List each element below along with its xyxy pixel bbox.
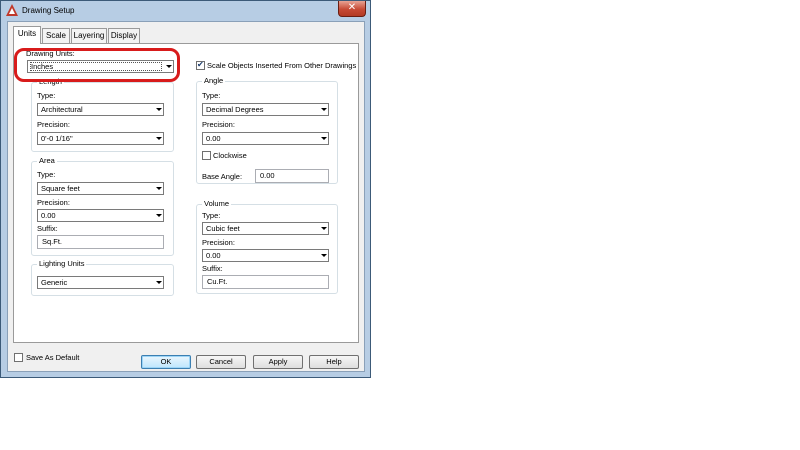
scale-objects-label: Scale Objects Inserted From Other Drawin… xyxy=(207,61,357,70)
volume-suffix-label: Suffix: xyxy=(202,264,223,273)
volume-type-value: Cubic feet xyxy=(206,224,240,233)
angle-type-dropdown[interactable]: Decimal Degrees xyxy=(202,103,329,116)
cancel-button-label: Cancel xyxy=(209,357,233,366)
area-precision-value: 0.00 xyxy=(41,211,56,220)
autocad-app-icon xyxy=(6,4,18,16)
help-button[interactable]: Help xyxy=(309,355,359,369)
save-as-default-label: Save As Default xyxy=(26,353,80,362)
area-precision-label: Precision: xyxy=(37,198,70,207)
tab-units-label: Units xyxy=(17,29,37,38)
chevron-down-icon xyxy=(318,104,328,115)
length-type-label: Type: xyxy=(37,91,56,100)
angle-group: Angle Type: Decimal Degrees Precision: 0… xyxy=(196,76,338,184)
volume-precision-label: Precision: xyxy=(202,238,235,247)
volume-suffix-value: Cu.Ft. xyxy=(207,277,228,286)
chevron-down-icon xyxy=(153,104,163,115)
chevron-down-icon xyxy=(318,250,328,261)
base-angle-input[interactable]: 0.00 xyxy=(255,169,329,183)
close-button[interactable]: ✕ xyxy=(338,1,366,17)
area-type-value: Square feet xyxy=(41,184,80,193)
volume-suffix-input[interactable]: Cu.Ft. xyxy=(202,275,329,289)
lighting-units-dropdown[interactable]: Generic xyxy=(37,276,164,289)
lighting-units-title: Lighting Units xyxy=(37,259,87,268)
area-type-label: Type: xyxy=(37,170,56,179)
tab-scale-label: Scale xyxy=(45,31,66,40)
chevron-down-icon xyxy=(318,133,328,144)
clockwise-label: Clockwise xyxy=(213,151,247,160)
clockwise-checkbox[interactable] xyxy=(202,151,211,160)
area-group: Area Type: Square feet Precision: 0.00 S… xyxy=(31,156,174,256)
angle-type-label: Type: xyxy=(202,91,221,100)
apply-button-label: Apply xyxy=(268,357,288,366)
chevron-down-icon xyxy=(153,210,163,221)
area-group-title: Area xyxy=(37,156,57,165)
volume-group-title: Volume xyxy=(202,199,232,208)
window-title: Drawing Setup xyxy=(22,6,75,15)
area-precision-dropdown[interactable]: 0.00 xyxy=(37,209,164,222)
volume-group: Volume Type: Cubic feet Precision: 0.00 … xyxy=(196,199,338,294)
angle-type-value: Decimal Degrees xyxy=(206,105,264,114)
volume-type-dropdown[interactable]: Cubic feet xyxy=(202,222,329,235)
angle-group-title: Angle xyxy=(202,76,226,85)
save-as-default-checkbox[interactable] xyxy=(14,353,23,362)
help-button-label: Help xyxy=(326,357,342,366)
tab-layering[interactable]: Layering xyxy=(71,28,107,43)
red-annotation-highlight xyxy=(14,48,180,82)
tab-display-label: Display xyxy=(110,31,138,40)
scale-objects-checkbox[interactable] xyxy=(196,60,205,70)
tab-scale[interactable]: Scale xyxy=(42,28,70,43)
tab-display[interactable]: Display xyxy=(108,28,140,43)
units-tab-panel: Drawing Units: Inches Scale Objects Inse… xyxy=(13,43,359,343)
apply-button[interactable]: Apply xyxy=(253,355,303,369)
chevron-down-icon xyxy=(153,133,163,144)
ok-button-label: OK xyxy=(160,357,172,366)
volume-precision-value: 0.00 xyxy=(206,251,221,260)
angle-precision-label: Precision: xyxy=(202,120,235,129)
tab-units[interactable]: Units xyxy=(13,26,41,44)
cancel-button[interactable]: Cancel xyxy=(196,355,246,369)
length-group: Length Type: Architectural Precision: 0'… xyxy=(31,77,174,152)
lighting-units-value: Generic xyxy=(41,278,68,287)
lighting-units-group: Lighting Units Generic xyxy=(31,259,174,296)
length-precision-dropdown[interactable]: 0'-0 1/16" xyxy=(37,132,164,145)
close-icon: ✕ xyxy=(347,2,357,13)
base-angle-value: 0.00 xyxy=(260,171,275,180)
chevron-down-icon xyxy=(153,183,163,194)
angle-precision-value: 0.00 xyxy=(206,134,221,143)
chevron-down-icon xyxy=(153,277,163,288)
length-type-value: Architectural xyxy=(41,105,83,114)
length-type-dropdown[interactable]: Architectural xyxy=(37,103,164,116)
area-type-dropdown[interactable]: Square feet xyxy=(37,182,164,195)
volume-type-label: Type: xyxy=(202,211,221,220)
title-bar[interactable]: Drawing Setup xyxy=(1,1,370,21)
area-suffix-label: Suffix: xyxy=(37,224,58,233)
volume-precision-dropdown[interactable]: 0.00 xyxy=(202,249,329,262)
length-precision-value: 0'-0 1/16" xyxy=(41,134,73,143)
area-suffix-value: Sq.Ft. xyxy=(42,237,63,246)
ok-button[interactable]: OK xyxy=(141,355,191,369)
area-suffix-input[interactable]: Sq.Ft. xyxy=(37,235,164,249)
base-angle-label: Base Angle: xyxy=(202,172,243,181)
tab-layering-label: Layering xyxy=(73,31,105,40)
chevron-down-icon xyxy=(318,223,328,234)
angle-precision-dropdown[interactable]: 0.00 xyxy=(202,132,329,145)
length-precision-label: Precision: xyxy=(37,120,70,129)
